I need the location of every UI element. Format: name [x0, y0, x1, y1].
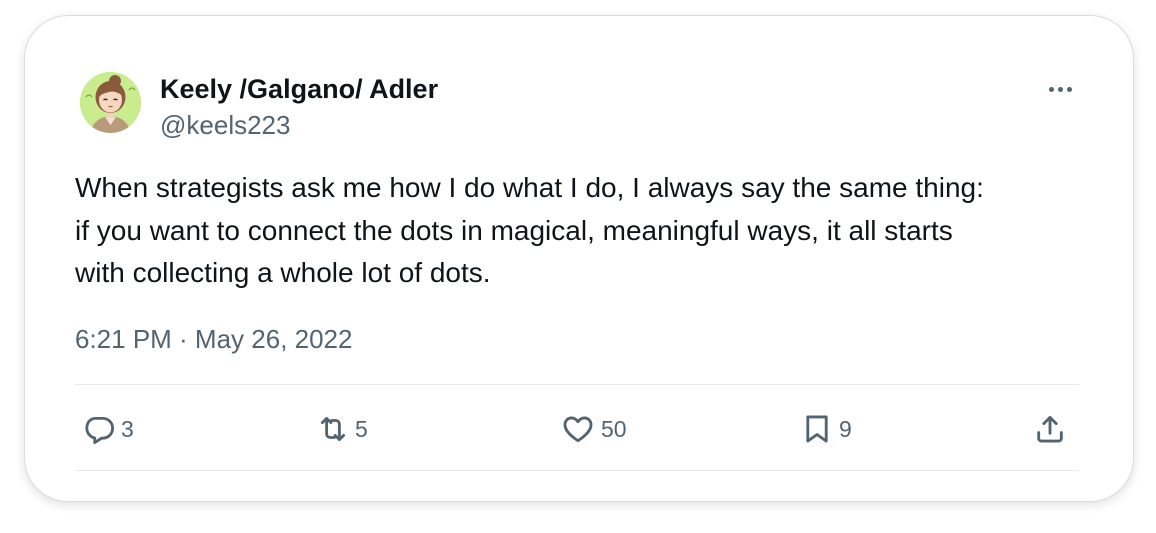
like-count: 50 [601, 416, 627, 442]
retweet-icon [320, 416, 346, 442]
share-icon [1037, 415, 1063, 443]
divider [75, 470, 1079, 471]
tweet-text: When strategists ask me how I do what I … [75, 167, 1085, 295]
tweet-text-line: if you want to connect the dots in magic… [75, 214, 953, 246]
more-dot [1057, 86, 1063, 92]
bookmark-icon [806, 415, 828, 443]
tweet-text-line: with collecting a whole lot of dots. [75, 257, 491, 288]
avatar-illustration [80, 72, 141, 133]
author-handle[interactable]: @keels223 [160, 109, 290, 141]
divider [75, 384, 1079, 385]
bookmark-button[interactable]: 9 [800, 412, 852, 446]
more-dot [1066, 86, 1072, 92]
like-button[interactable]: 50 [560, 412, 627, 446]
reply-count: 3 [121, 416, 134, 442]
more-icon[interactable] [1040, 76, 1080, 102]
tweet-card: Keely /Galgano/ Adler @keels223 When str… [24, 15, 1134, 502]
reply-icon [85, 416, 115, 445]
tweet-text-line: When strategists ask me how I do what I … [75, 172, 984, 203]
more-dot [1048, 86, 1054, 92]
author-name[interactable]: Keely /Galgano/ Adler [160, 73, 438, 105]
heart-icon [563, 416, 593, 443]
share-button[interactable] [1033, 412, 1067, 446]
retweet-button[interactable]: 5 [316, 412, 368, 446]
retweet-count: 5 [355, 416, 368, 442]
avatar[interactable] [80, 72, 141, 133]
reply-button[interactable]: 3 [82, 412, 134, 446]
bookmark-count: 9 [839, 416, 852, 442]
tweet-timestamp[interactable]: 6:21 PM · May 26, 2022 [75, 323, 352, 355]
